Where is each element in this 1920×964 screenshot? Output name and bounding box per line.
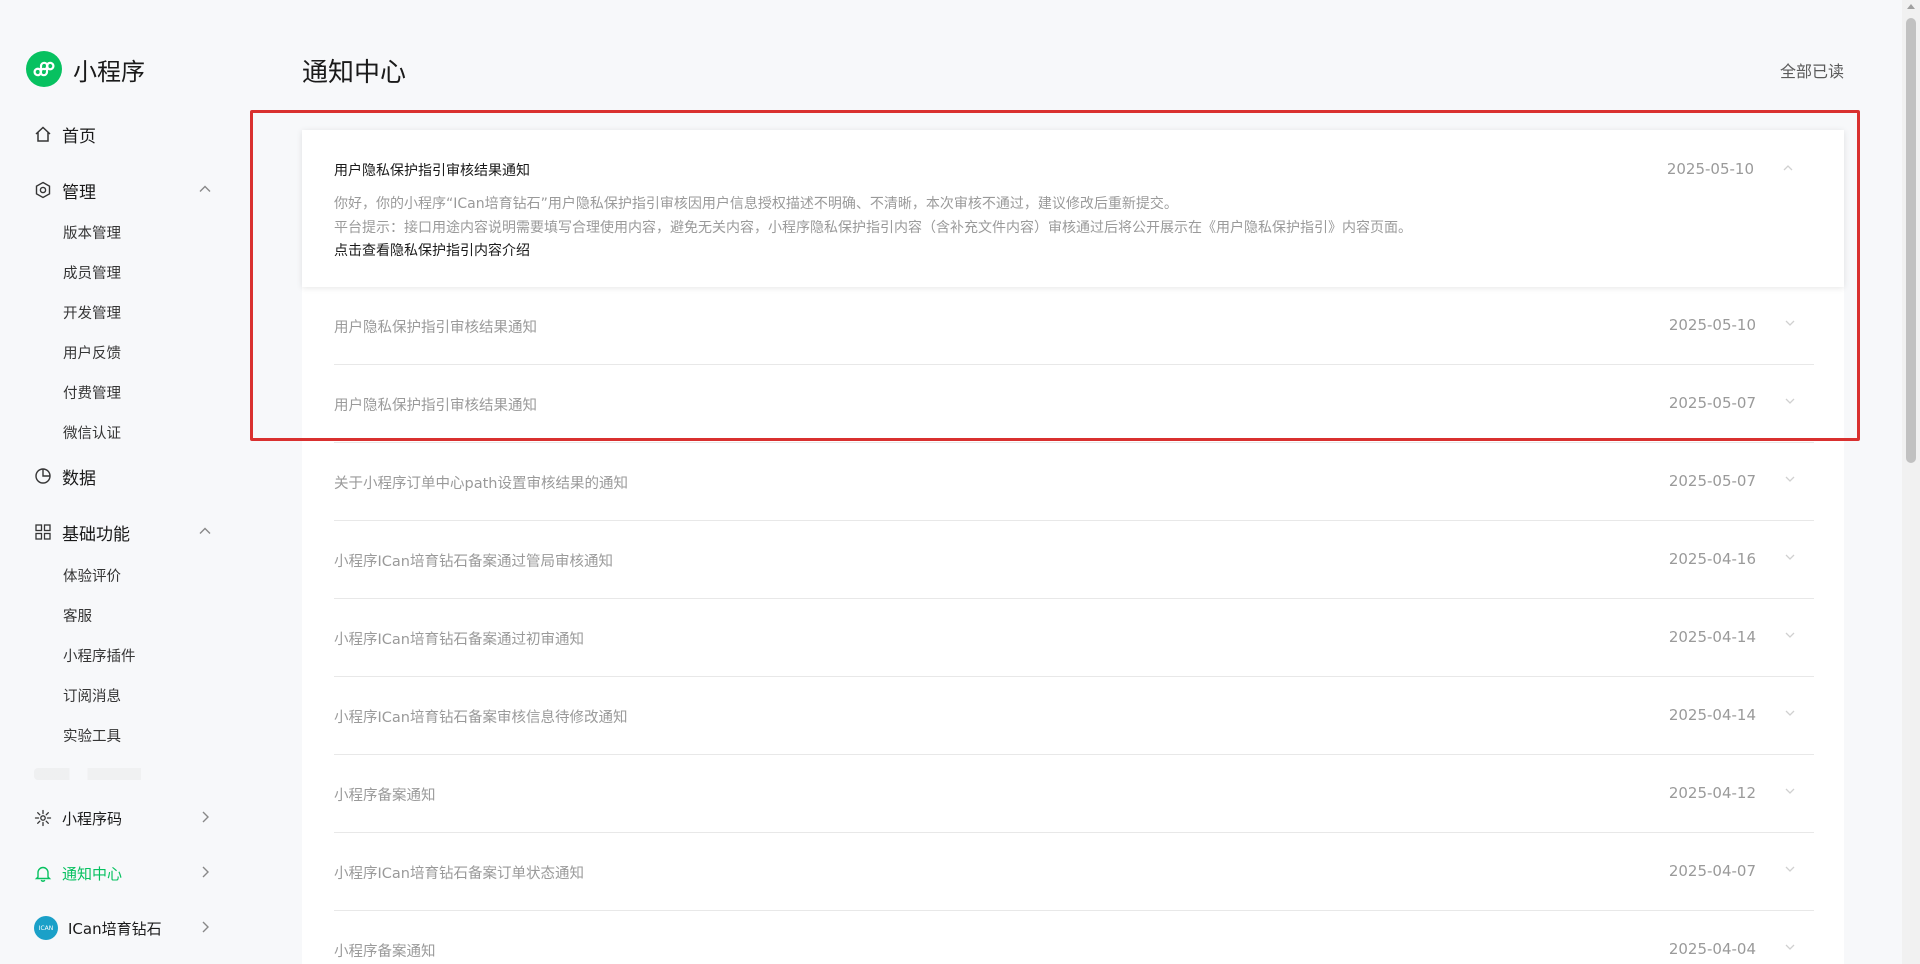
notification-item[interactable]: 小程序ICan培育钻石备案审核信息待修改通知 2025-04-14 bbox=[334, 677, 1814, 755]
chevron-up-icon bbox=[199, 527, 211, 534]
account-avatar: ICAN bbox=[34, 916, 58, 940]
notification-title: 关于小程序订单中心path设置审核结果的通知 bbox=[334, 476, 628, 492]
notification-item[interactable]: 小程序ICan培育钻石备案订单状态通知 2025-04-07 bbox=[334, 833, 1814, 911]
scrollbar-thumb[interactable] bbox=[1906, 18, 1916, 463]
app-root: 小程序 首页 管理 版本管理 成员管理 开发管理 用户反馈 付费管理 微信认证 bbox=[0, 0, 1920, 964]
nav-member-manage[interactable]: 成员管理 bbox=[63, 262, 121, 283]
nav-home-label: 首页 bbox=[62, 126, 96, 147]
nav-qrcode[interactable]: 小程序码 bbox=[34, 800, 212, 836]
nav-lab-tools[interactable]: 实验工具 bbox=[63, 725, 121, 746]
nav-data[interactable]: 数据 bbox=[34, 458, 212, 494]
nav-experience-rating[interactable]: 体验评价 bbox=[63, 565, 121, 586]
notification-item[interactable]: 关于小程序订单中心path设置审核结果的通知 2025-05-07 bbox=[334, 443, 1814, 521]
nav-account[interactable]: ICAN ICan培育钻石 bbox=[34, 910, 212, 946]
chevron-down-icon[interactable] bbox=[1784, 631, 1796, 639]
page-scrollbar[interactable] bbox=[1902, 0, 1920, 964]
chevron-down-icon[interactable] bbox=[1784, 475, 1796, 483]
notification-date: 2025-04-16 bbox=[1668, 550, 1756, 568]
nav-qrcode-label: 小程序码 bbox=[62, 809, 123, 828]
nav-manage[interactable]: 管理 bbox=[34, 172, 212, 208]
grid-apps-icon bbox=[34, 523, 52, 541]
nav-subscribe-messages[interactable]: 订阅消息 bbox=[63, 685, 121, 706]
nav-payment-manage[interactable]: 付费管理 bbox=[63, 382, 121, 403]
chevron-down-icon[interactable] bbox=[1784, 787, 1796, 795]
sidebar: 小程序 首页 管理 版本管理 成员管理 开发管理 用户反馈 付费管理 微信认证 bbox=[0, 0, 260, 964]
brand[interactable]: 小程序 bbox=[26, 51, 145, 87]
brand-name: 小程序 bbox=[73, 57, 145, 86]
notification-date: 2025-05-07 bbox=[1668, 472, 1756, 490]
notification-title: 小程序ICan培育钻石备案通过管局审核通知 bbox=[334, 554, 613, 570]
scroll-up-arrow-icon[interactable] bbox=[1907, 4, 1915, 9]
notification-item[interactable]: 小程序ICan培育钻石备案通过初审通知 2025-04-14 bbox=[334, 599, 1814, 677]
nav-basic-functions-label: 基础功能 bbox=[62, 524, 130, 545]
home-icon bbox=[34, 125, 52, 143]
notification-title: 小程序ICan培育钻石备案审核信息待修改通知 bbox=[334, 710, 628, 726]
nav-version-manage[interactable]: 版本管理 bbox=[63, 222, 121, 243]
notification-title: 小程序ICan培育钻石备案订单状态通知 bbox=[334, 866, 584, 882]
notification-date: 2025-04-14 bbox=[1668, 628, 1756, 646]
nav-notification-center-label: 通知中心 bbox=[62, 864, 123, 883]
nav-basic-functions[interactable]: 基础功能 bbox=[34, 514, 212, 550]
notification-date: 2025-04-14 bbox=[1668, 706, 1756, 724]
nav-notification-center[interactable]: 通知中心 bbox=[34, 855, 212, 891]
account-name: ICan培育钻石 bbox=[68, 919, 162, 938]
notification-date: 2025-04-04 bbox=[1668, 940, 1756, 958]
notification-item[interactable]: 小程序备案通知 2025-04-12 bbox=[334, 755, 1814, 833]
chevron-down-icon[interactable] bbox=[1784, 943, 1796, 951]
scroll-fade-item bbox=[34, 768, 212, 780]
nav-user-feedback[interactable]: 用户反馈 bbox=[63, 342, 121, 363]
page-title: 通知中心 bbox=[302, 58, 407, 88]
notification-item[interactable]: 小程序备案通知 2025-04-04 bbox=[334, 911, 1814, 964]
nav-data-label: 数据 bbox=[62, 468, 96, 489]
highlight-annotation-box bbox=[250, 110, 1860, 441]
chevron-down-icon[interactable] bbox=[1784, 709, 1796, 717]
nav-plugins[interactable]: 小程序插件 bbox=[63, 645, 136, 666]
notification-title: 小程序备案通知 bbox=[334, 788, 436, 804]
chevron-right-icon bbox=[202, 866, 209, 878]
notification-date: 2025-04-12 bbox=[1668, 784, 1756, 802]
settings-hexagon-icon bbox=[34, 181, 52, 199]
notification-item[interactable]: 小程序ICan培育钻石备案通过管局审核通知 2025-04-16 bbox=[334, 521, 1814, 599]
bell-icon bbox=[34, 864, 52, 882]
miniprogram-logo-icon bbox=[26, 51, 62, 87]
chevron-right-icon bbox=[202, 811, 209, 823]
mark-all-read-button[interactable]: 全部已读 bbox=[1780, 58, 1844, 82]
nav-home[interactable]: 首页 bbox=[34, 116, 212, 152]
notification-title: 小程序ICan培育钻石备案通过初审通知 bbox=[334, 632, 584, 648]
nav-dev-manage[interactable]: 开发管理 bbox=[63, 302, 121, 323]
sun-code-icon bbox=[34, 809, 52, 827]
chevron-down-icon[interactable] bbox=[1784, 865, 1796, 873]
chevron-right-icon bbox=[202, 921, 209, 933]
nav-customer-service[interactable]: 客服 bbox=[63, 605, 92, 626]
notification-title: 小程序备案通知 bbox=[334, 944, 436, 960]
notification-date: 2025-04-07 bbox=[1668, 862, 1756, 880]
chevron-down-icon[interactable] bbox=[1784, 553, 1796, 561]
nav-wechat-verify[interactable]: 微信认证 bbox=[63, 422, 121, 443]
chevron-up-icon bbox=[199, 185, 211, 192]
nav-manage-label: 管理 bbox=[62, 182, 96, 203]
pie-chart-icon bbox=[34, 467, 52, 485]
